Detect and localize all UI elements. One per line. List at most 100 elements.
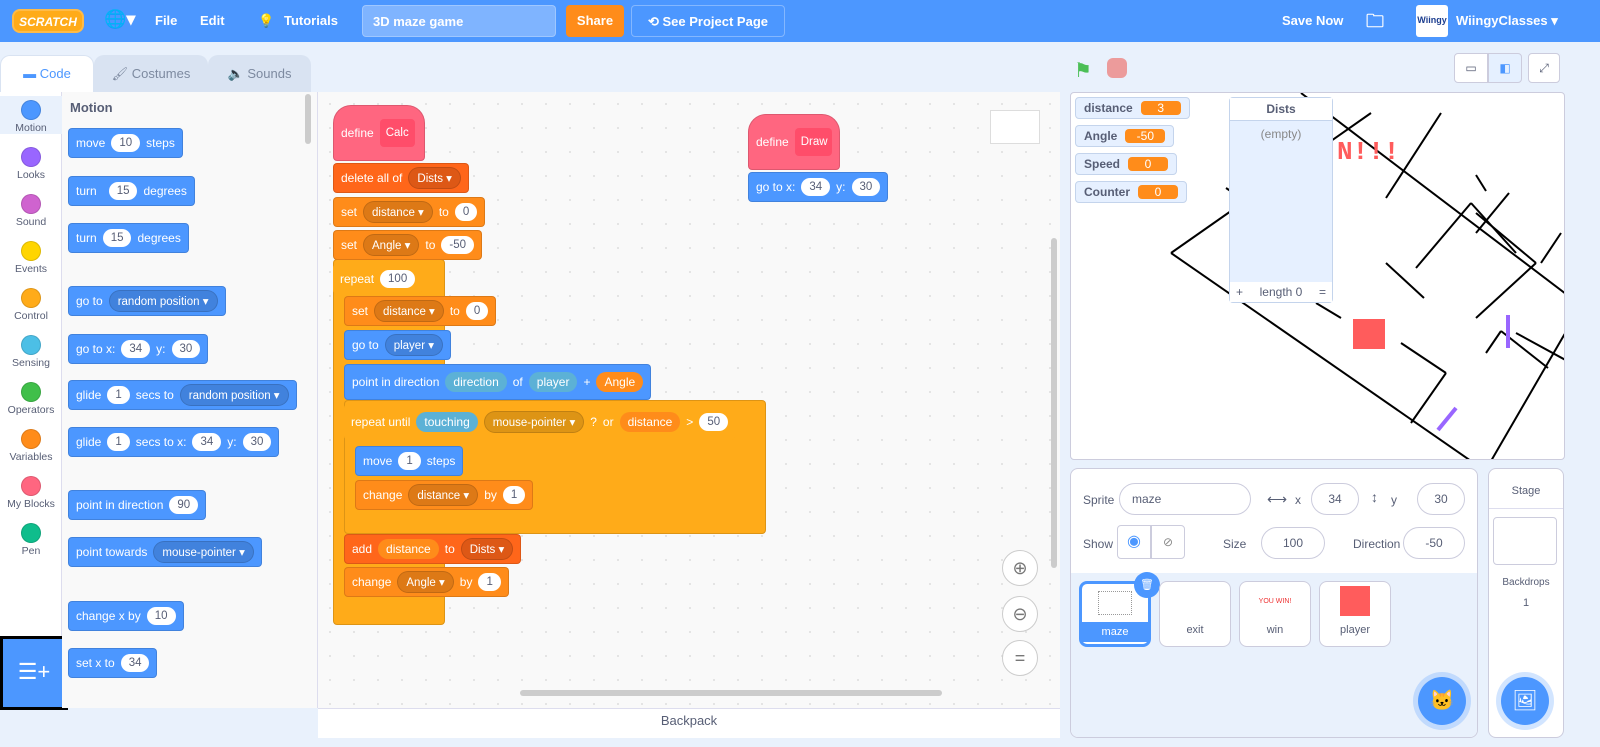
choose-backdrop-button[interactable]: 🖼 (1501, 677, 1549, 725)
globe-icon[interactable]: 🌐▾ (104, 9, 135, 30)
normal-stage-button[interactable]: ◧ (1488, 53, 1522, 83)
value-input[interactable]: 15 (108, 182, 138, 200)
value-input[interactable]: 0 (465, 302, 489, 320)
point-in-direction-block[interactable]: point in direction 90 (68, 490, 207, 520)
go-to-xy-block[interactable]: go to x: 34 y: 30 (68, 334, 209, 364)
category-motion[interactable]: Motion (0, 96, 62, 134)
list-resize-handle[interactable]: = (1319, 285, 1326, 299)
tutorials-button[interactable]: Tutorials (284, 13, 338, 28)
sprite-maze[interactable]: maze 🗑 (1079, 572, 1160, 647)
sprite-win[interactable]: YOU WIN! win (1239, 581, 1311, 647)
dropdown[interactable]: random position (108, 290, 218, 312)
value-input[interactable]: 30 (851, 178, 881, 196)
zoom-out-button[interactable]: ⊖ (1002, 596, 1038, 632)
palette-scrollbar[interactable] (305, 94, 311, 144)
value-input[interactable]: 34 (801, 178, 831, 196)
set-x-block[interactable]: set x to 34 (68, 648, 158, 678)
delete-sprite-icon[interactable]: 🗑 (1134, 572, 1160, 598)
code-area[interactable]: ⊕ ⊖ = defineCalcdelete all ofDistssetdis… (318, 92, 1060, 708)
user-menu[interactable]: WiingyClasses ▾ (1456, 13, 1558, 29)
dropdown[interactable]: random position (179, 384, 289, 406)
hide-button[interactable]: ⊘ (1151, 525, 1185, 559)
backdrop-thumbnail[interactable] (1493, 517, 1557, 565)
zoom-reset-button[interactable]: = (1002, 640, 1038, 676)
glide-block[interactable]: glide 1 secs to random position (68, 380, 297, 410)
green-flag-icon[interactable]: ⚑ (1074, 58, 1092, 83)
backpack[interactable]: Backpack (318, 708, 1060, 738)
reporter[interactable]: touching (416, 412, 478, 432)
set-angle-block[interactable]: set Angleto -50 (333, 230, 483, 260)
sprite-exit[interactable]: exit (1159, 581, 1231, 647)
direction-input[interactable]: -50 (1403, 527, 1465, 559)
category-control[interactable]: Control (0, 284, 62, 322)
change-angle-block[interactable]: change Angleby 1 (344, 567, 509, 597)
stage-selector[interactable]: Stage Backdrops 1 🖼 (1488, 468, 1564, 738)
add-extension-button[interactable]: ☰+ (0, 636, 68, 710)
dropdown[interactable]: distance (363, 201, 433, 223)
dropdown[interactable]: mouse-pointer (483, 411, 585, 433)
value-input[interactable]: 30 (242, 433, 272, 451)
value-input[interactable]: 10 (146, 607, 176, 625)
dropdown[interactable]: Dists (460, 538, 514, 560)
dropdown[interactable]: Angle (397, 571, 454, 593)
value-input[interactable]: 1 (502, 486, 526, 504)
list-add-button[interactable]: + (1236, 285, 1243, 299)
see-project-page-button[interactable]: ⟲ See Project Page (631, 5, 785, 37)
category-pen[interactable]: Pen (0, 519, 62, 557)
value-input[interactable]: 90 (169, 496, 199, 514)
category-my-blocks[interactable]: My Blocks (0, 472, 62, 510)
project-title-input[interactable]: 3D maze game (362, 5, 556, 37)
category-variables[interactable]: Variables (0, 425, 62, 463)
set-distance-block[interactable]: set distance to 0 (344, 296, 497, 326)
value-input[interactable]: 1 (107, 386, 130, 404)
repeat-block[interactable]: repeat 100 (333, 264, 423, 294)
go-to-player-block[interactable]: go to player (344, 330, 451, 360)
dropdown[interactable]: Dists (408, 167, 461, 189)
value-input[interactable]: 34 (121, 340, 151, 358)
glide-xy-block[interactable]: glide 1 secs to x: 34 y: 30 (68, 427, 280, 457)
value-input[interactable]: 50 (699, 413, 729, 431)
value-input[interactable]: 0 (454, 203, 478, 221)
move-steps-block[interactable]: move 10 steps (68, 128, 183, 158)
fullscreen-button[interactable]: ⤢ (1528, 53, 1560, 83)
tab-sounds[interactable]: 🔈 Sounds (208, 55, 311, 93)
category-sound[interactable]: Sound (0, 190, 62, 228)
file-menu[interactable]: File (155, 13, 177, 28)
reporter[interactable]: player (528, 372, 578, 392)
add-to-list-block[interactable]: add distance to Dists (344, 534, 522, 564)
dropdown[interactable]: distance (374, 300, 444, 322)
y-input[interactable]: 30 (1417, 483, 1465, 515)
dropdown[interactable]: mouse-pointer (153, 541, 254, 563)
value-input[interactable]: 34 (192, 433, 222, 451)
sprite-name-input[interactable]: maze (1119, 483, 1251, 515)
dropdown[interactable]: Angle (363, 234, 420, 256)
vertical-scrollbar[interactable] (1051, 238, 1057, 568)
point-in-direction-block[interactable]: point in direction direction of player + Angl… (344, 364, 652, 400)
reporter[interactable]: direction (445, 372, 507, 392)
delete-all-block[interactable]: delete all of Dists (333, 163, 469, 193)
stage[interactable]: N!!! distance 3 Angle -50 Speed 0 Counter 0 Dis… (1070, 92, 1565, 460)
category-events[interactable]: Events (0, 237, 62, 275)
reporter[interactable]: distance (619, 412, 681, 432)
value-input[interactable]: 15 (102, 229, 132, 247)
avatar[interactable]: Wiingy (1416, 5, 1448, 37)
define-draw-block[interactable]: define Draw (748, 114, 840, 170)
value-input[interactable]: 1 (398, 452, 421, 470)
repeat-until-block[interactable]: repeat until touchingmouse-pointer? ordist… (344, 404, 736, 440)
go-to-xy-block[interactable]: go to x: 34 y: 30 (748, 172, 889, 202)
scratch-logo[interactable]: SCRATCH (12, 9, 84, 33)
category-operators[interactable]: Operators (0, 378, 62, 416)
edit-menu[interactable]: Edit (200, 13, 225, 28)
small-stage-button[interactable]: ▭ (1454, 53, 1488, 83)
sprite-player[interactable]: player (1319, 581, 1391, 647)
value-input[interactable]: 34 (120, 654, 150, 672)
point-towards-block[interactable]: point towards mouse-pointer (68, 537, 262, 567)
save-now-button[interactable]: Save Now (1282, 13, 1343, 28)
folder-icon[interactable]: 🗀 (1366, 9, 1384, 39)
turn-left-block[interactable]: turn 15 degrees (68, 223, 189, 253)
value-input[interactable]: 100 (380, 270, 416, 288)
category-sensing[interactable]: Sensing (0, 331, 62, 369)
value-input[interactable]: 1 (478, 573, 501, 591)
horizontal-scrollbar[interactable] (520, 690, 942, 696)
change-x-block[interactable]: change x by 10 (68, 601, 184, 631)
